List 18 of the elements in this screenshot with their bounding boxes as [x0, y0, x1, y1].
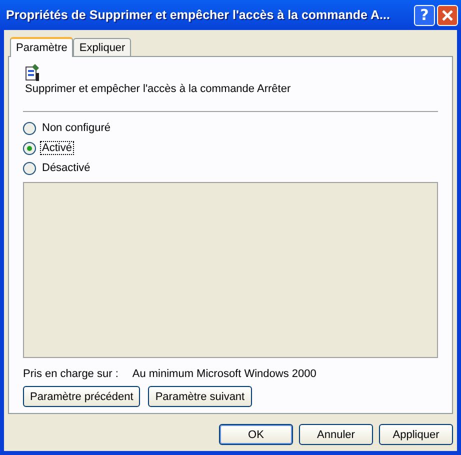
dialog-button[interactable]: Annuler: [299, 424, 373, 445]
close-icon: [441, 8, 454, 22]
tab[interactable]: Paramètre: [10, 37, 74, 57]
supported-label: Pris en charge sur :: [23, 368, 118, 380]
radio-option[interactable]: Activé: [23, 140, 438, 156]
tab[interactable]: Expliquer: [73, 38, 132, 56]
dialog-button[interactable]: Appliquer: [379, 424, 453, 445]
radio-option[interactable]: Désactivé: [23, 160, 438, 176]
dialog-button[interactable]: OK: [219, 424, 293, 445]
help-button[interactable]: ?: [414, 4, 435, 26]
nav-button[interactable]: Paramètre suivant: [148, 386, 252, 407]
nav-button[interactable]: Paramètre précédent: [23, 386, 140, 407]
radio-option[interactable]: Non configuré: [23, 120, 438, 136]
supported-value: Au minimum Microsoft Windows 2000: [132, 368, 316, 380]
window-title: Propriétés de Supprimer et empêcher l'accès à la commande A...: [6, 8, 391, 22]
policy-name: Supprimer et empêcher l'accès à la commande Arrêter: [25, 83, 292, 95]
close-button[interactable]: [437, 4, 458, 26]
policy-icon: [23, 63, 41, 83]
